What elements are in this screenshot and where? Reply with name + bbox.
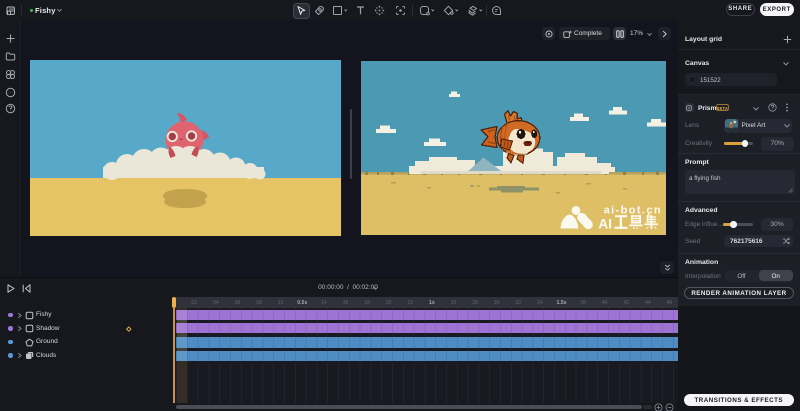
svg-text:ai-bot.cn: ai-bot.cn	[604, 204, 662, 216]
svg-text:AI: AI	[598, 217, 612, 232]
